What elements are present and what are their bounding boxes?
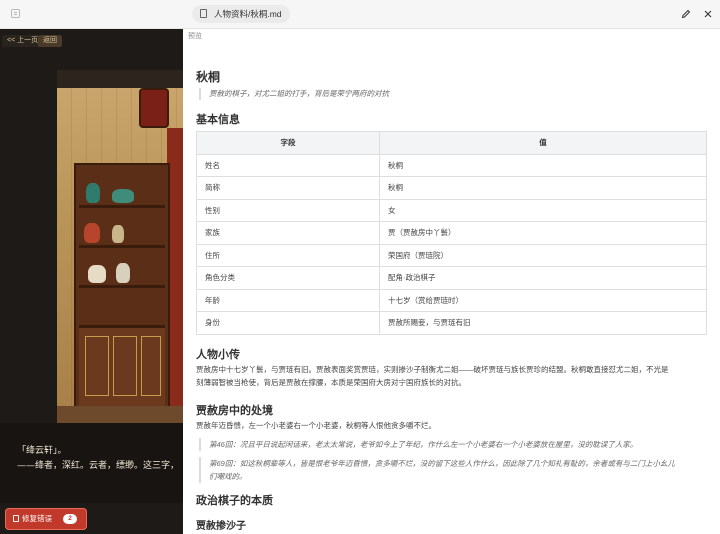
info-table: 字段 值 姓名 秋桐 简称 秋桐 性别女 家族 贾（贾赦房中丫鬟） 住所 荣国府（贾琏院… (196, 131, 707, 335)
page-title: 秋桐 (196, 70, 221, 84)
section-heading-bio: 人物小传 (196, 349, 240, 361)
quote-chapter-69: 第69回：如这秋桐辈等人，皆是恨老爷年迈昏愦，贪多嚼不烂，没的留下这些人作什么，… (199, 457, 705, 483)
prev-page-button[interactable]: << 上一页 (2, 35, 44, 47)
table-cell: 十七岁（赏给贾琏时） (379, 288, 707, 312)
curio-cabinet-image (74, 163, 170, 408)
section-heading-basic: 基本信息 (196, 114, 240, 126)
subsection-heading-shazi: 贾赦掺沙子 (196, 521, 246, 532)
close-button[interactable] (699, 5, 717, 23)
table-row: 角色分类 配角·政治棋子 (196, 266, 707, 290)
table-cell: 贾赦所赐妾，与贾琏有旧 (379, 311, 707, 335)
file-tab[interactable]: 人物资料/秋桐.md (192, 5, 290, 23)
table-cell: 荣国府（贾琏院） (379, 243, 707, 267)
scene-illustration (57, 88, 183, 423)
table-cell: 性别 (196, 198, 380, 222)
table-cell: 年龄 (196, 288, 380, 312)
bio-line: 刻薄弱智被当枪使，背后是贾赦在撑腰，本质是荣国府大房对宁国府族长的对抗。 (196, 378, 466, 387)
fix-errors-button[interactable]: 修复错误 2 (5, 508, 87, 530)
table-cell: 女 (379, 198, 707, 222)
table-cell: 简称 (196, 176, 380, 200)
close-icon (704, 10, 712, 18)
left-titlebar (0, 0, 183, 29)
table-cell: 秋桐 (379, 153, 707, 177)
table-header-row: 字段 值 (196, 131, 707, 155)
table-cell: 角色分类 (196, 266, 380, 290)
quote-line: 们嘲戏的。 (209, 472, 247, 481)
table-row: 身份 贾赦所赐妾，与贾琏有旧 (196, 311, 707, 335)
table-row: 住所 荣国府（贾琏院） (196, 243, 707, 267)
table-cell: 配角·政治棋子 (379, 266, 707, 290)
table-cell: 贾（贾赦房中丫鬟） (379, 221, 707, 245)
error-count-badge: 2 (63, 514, 77, 524)
fix-errors-label: 修复错误 (22, 514, 52, 523)
editor-panel: 人物资料/秋桐.md 预览 秋桐 贾赦的棋子，对尤二姐的打手，背后是荣宁两府的对… (183, 0, 720, 534)
table-cell: 住所 (196, 243, 380, 267)
table-row: 姓名 秋桐 (196, 153, 707, 177)
table-cell: 身份 (196, 311, 380, 335)
sidebar-toggle-icon[interactable] (11, 9, 20, 18)
table-row: 简称 秋桐 (196, 176, 707, 200)
bio-line: 贾赦房中十七岁丫鬟，与贾琏有旧。贾赦表面奖赏贾琏，实则掺沙子制衡尤二姐——破坏贾… (196, 365, 669, 374)
table-row: 性别女 (196, 198, 707, 222)
title-quote: 贾赦的棋子，对尤二姐的打手，背后是荣宁两府的对抗 (199, 88, 389, 100)
file-icon (200, 9, 207, 18)
clipboard-icon (13, 515, 19, 522)
dialogue-line: ——绛者，深红。云者，缥缈。这三字， (17, 461, 180, 471)
file-tab-label: 人物资料/秋桐.md (214, 9, 282, 19)
dialogue-line: 「绛云轩」。 (17, 446, 67, 456)
table-row: 家族 贾（贾赦房中丫鬟） (196, 221, 707, 245)
edit-button[interactable] (677, 5, 695, 23)
preview-label: 预览 (188, 33, 202, 40)
quote-line: 第69回：如这秋桐辈等人，皆是恨老爷年迈昏愦，贪多嚼不烂，没的留下这些人作什么，… (209, 459, 675, 468)
back-button[interactable]: 返回 (38, 35, 62, 47)
table-header-field: 字段 (196, 131, 380, 155)
editor-tabbar: 人物资料/秋桐.md (183, 0, 720, 29)
dialogue-box: 「绛云轩」。 ——绛者，深红。云者，缥缈。这三字， (0, 423, 183, 503)
table-cell: 姓名 (196, 153, 380, 177)
section-heading-situation: 贾赦房中的处境 (196, 405, 273, 417)
scene-frame (57, 70, 183, 88)
situation-text: 贾赦年迈昏愦，左一个小老婆右一个小老婆，秋桐等人恨他贪多嚼不烂。 (196, 421, 436, 430)
table-header-value: 值 (379, 131, 707, 155)
section-heading-political: 政治棋子的本质 (196, 495, 273, 507)
table-row: 年龄 十七岁（赏给贾琏时） (196, 288, 707, 312)
game-panel: << 上一页 返回 「绛云轩」。 ——绛者，深红。云者，缥缈。这三字， 修复错误… (0, 0, 183, 534)
table-cell: 秋桐 (379, 176, 707, 200)
quote-chapter-46: 第46回：况且平日说起闲话来，老太太常说，老爷如今上了年纪，作什么左一个小老婆右… (199, 438, 637, 451)
lantern-image (139, 88, 169, 128)
table-cell: 家族 (196, 221, 380, 245)
pencil-icon (681, 9, 691, 19)
